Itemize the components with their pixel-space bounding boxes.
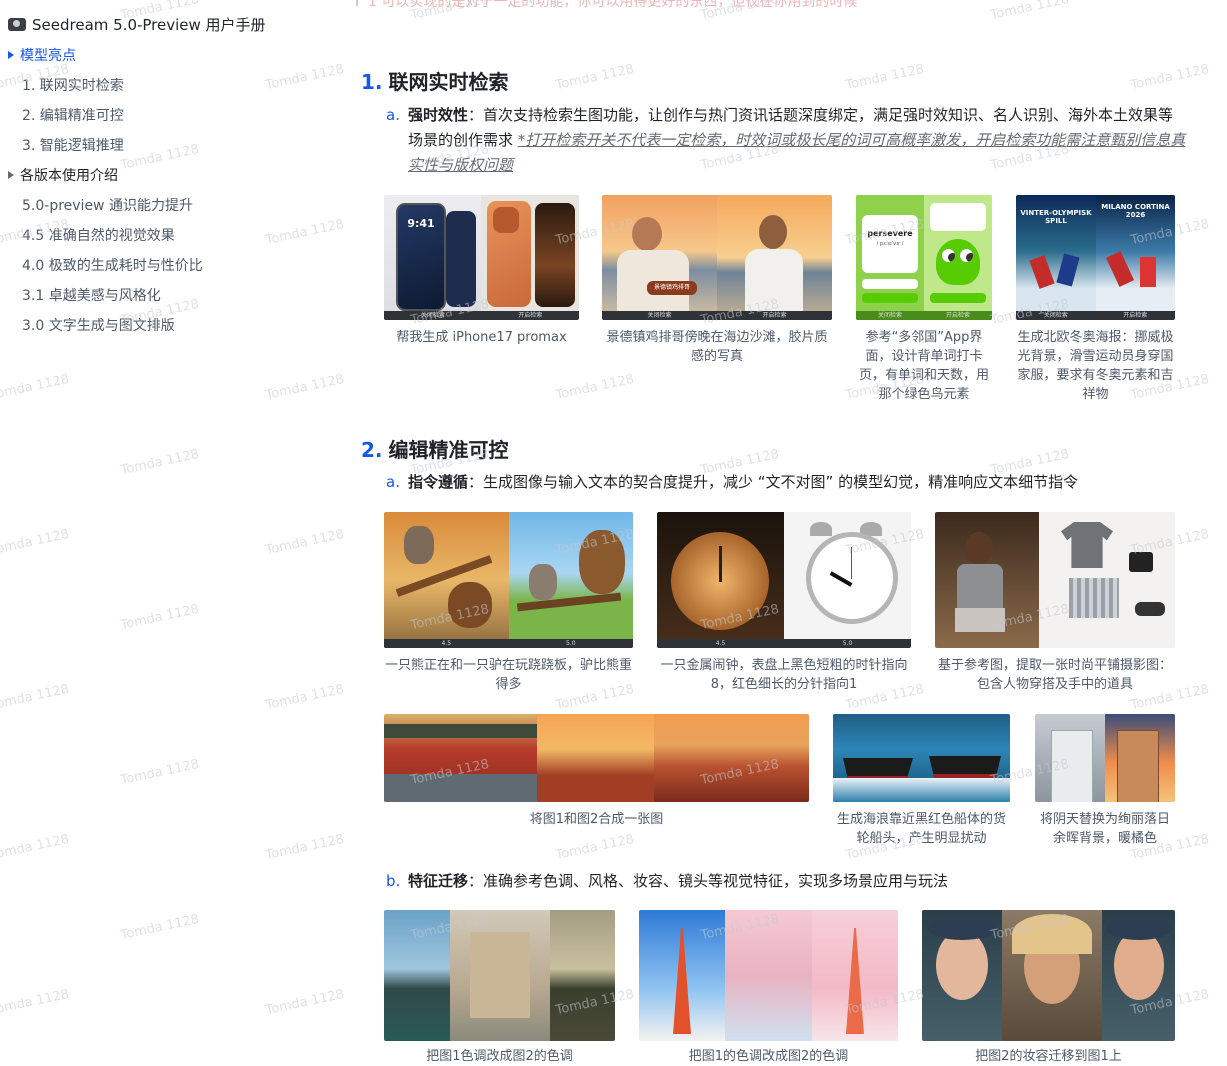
outline-item[interactable]: 4.0 极致的生成耗时与性价比 [22, 255, 203, 275]
outline-item[interactable]: 1. 联网实时检索 [22, 75, 124, 95]
figure-seesaw[interactable]: 4.5 5.0 [384, 512, 633, 648]
figure-flatlay[interactable] [935, 512, 1175, 648]
collapse-triangle-icon[interactable] [8, 171, 14, 179]
outline-item[interactable]: 4.5 准确自然的视觉效果 [22, 225, 175, 245]
owl-mascot [936, 239, 980, 285]
figure-alarm-clock[interactable]: 4.5 5.0 [657, 512, 911, 648]
outline-item[interactable]: 模型亮点 [8, 45, 76, 65]
item-note: *打开检索开关不代表一定检索，时效词或极长尾的词可高概率激发，开启检索功能需注意… [408, 131, 1186, 174]
figure-caption: 一只金属闹钟，表盘上黑色短粗的时针指向8，红色细长的分针指向1 [660, 658, 908, 692]
figure-caption: 把图1色调改成图2的色调 [426, 1049, 573, 1064]
outline-item[interactable]: 3.1 卓越美感与风格化 [22, 285, 161, 305]
section2-item-a: a. 指令遵循：生成图像与输入文本的契合度提升，减少 “文不对图” 的模型幻觉，精… [386, 470, 1188, 495]
figure-caption: 参考“多邻国”App界面，设计背单词打卡页，有单词和天数，用那个绿色鸟元素 [858, 330, 989, 402]
list-marker: a. [386, 106, 400, 124]
watermark-text: Tomda 1128 [844, 61, 926, 94]
section1-item-a: a. 强时效性：首次支持检索生图功能，让创作与热门资讯话题深度绑定，满足强时效知识… [386, 103, 1188, 178]
figure-caption: 把图1的色调改成图2的色调 [688, 1049, 849, 1064]
list-marker: a. [386, 473, 400, 491]
figure-ship[interactable] [833, 714, 1010, 802]
figure-beach-portrait[interactable]: 景德镇鸡排哥 关闭检索 开启检索 [602, 195, 832, 320]
item-text: ：准确参考色调、风格、妆容、镜头等视觉特征，实现多场景应用与玩法 [468, 872, 949, 890]
watermark-text: Tomda 1128 [554, 831, 636, 864]
item-label: 指令遵循 [408, 473, 469, 491]
figure-caption: 帮我生成 iPhone17 promax [396, 330, 567, 345]
section-heading-1: 1. 联网实时检索 [361, 70, 509, 94]
figure-olympic-poster[interactable]: VINTER-OLYMPISK SPILL MILANO CORTINA 202… [1016, 195, 1175, 320]
item-label: 特征迁移 [408, 872, 469, 890]
outline-item[interactable]: 5.0-preview 通识能力提升 [22, 195, 193, 215]
figure-makeup-transfer[interactable] [922, 910, 1175, 1041]
section-heading-2: 2. 编辑精准可控 [361, 438, 509, 462]
quote-bar [356, 0, 358, 6]
collapse-triangle-icon[interactable] [8, 51, 14, 59]
outline-item[interactable]: 3. 智能逻辑推理 [22, 135, 124, 155]
cut-off-text: 1 可以实现的是对于一定的功能，你可以用得更好的东西，但仅在你用到的时候 [368, 0, 858, 10]
phone-orange [487, 201, 531, 307]
section2-item-b: b. 特征迁移：准确参考色调、风格、妆容、镜头等视觉特征，实现多场景应用与玩法 [386, 869, 1188, 894]
figure-caption: 景德镇鸡排哥傍晚在海边沙滩，胶片质感的写真 [606, 330, 828, 364]
outline-sidebar: Seedream 5.0-Preview 用户手册 模型亮点 1. 联网实时检索 2… [0, 0, 350, 1065]
figure-caption: 将阴天替换为绚丽落日余晖背景，暖橘色 [1039, 812, 1170, 846]
watermark-text: Tomda 1128 [554, 61, 636, 94]
figure-forbidden-city[interactable] [384, 714, 809, 802]
figure-caption: 生成海浪靠近黑红色船体的货轮船头，产生明显扰动 [836, 812, 1006, 846]
outline-item[interactable]: 2. 编辑精准可控 [22, 105, 124, 125]
figure-iphone[interactable]: 9:41 关闭检索 开启检索 [384, 195, 579, 320]
item-label: 强时效性 [408, 106, 469, 124]
phone-left: 9:41 [396, 203, 446, 311]
watermark-text: Tomda 1128 [1129, 61, 1211, 94]
previous-block-fragment: 1 可以实现的是对于一定的功能，你可以用得更好的东西，但仅在你用到的时候 [356, 0, 1056, 10]
figure-caption: 把图2的妆容迁移到图1上 [975, 1049, 1122, 1064]
figure-duolingo[interactable]: persevere / pɜːsɪˈvɪr / 关闭检索 开启检索 [856, 195, 992, 320]
figure-caption: 一只熊正在和一只驴在玩跷跷板，驴比熊重得多 [384, 658, 632, 692]
outline-item[interactable]: 3.0 文字生成与图文排版 [22, 315, 175, 335]
outline-item[interactable]: 各版本使用介绍 [8, 165, 118, 185]
list-marker: b. [386, 872, 401, 890]
item-text: ：生成图像与输入文本的契合度提升，减少 “文不对图” 的模型幻觉，精准响应文本细… [468, 473, 1079, 491]
figure-tower-tone[interactable] [639, 910, 898, 1041]
figure-caption: 生成北欧冬奥海报：挪威极光背景，滑雪运动员身穿国家服，要求有冬奥元素和吉祥物 [1017, 330, 1174, 402]
figure-train-tone[interactable] [384, 910, 615, 1041]
figure-caption: 将图1和图2合成一张图 [529, 812, 664, 827]
document-title[interactable]: Seedream 5.0-Preview 用户手册 [8, 14, 266, 35]
figure-building-sunset[interactable] [1035, 714, 1175, 802]
figure-caption: 基于参考图，提取一张时尚平铺摄影图：包含人物穿搭及手中的道具 [937, 658, 1172, 692]
watermark-text: Tomda 1128 [554, 371, 636, 404]
camera-icon [8, 18, 26, 31]
